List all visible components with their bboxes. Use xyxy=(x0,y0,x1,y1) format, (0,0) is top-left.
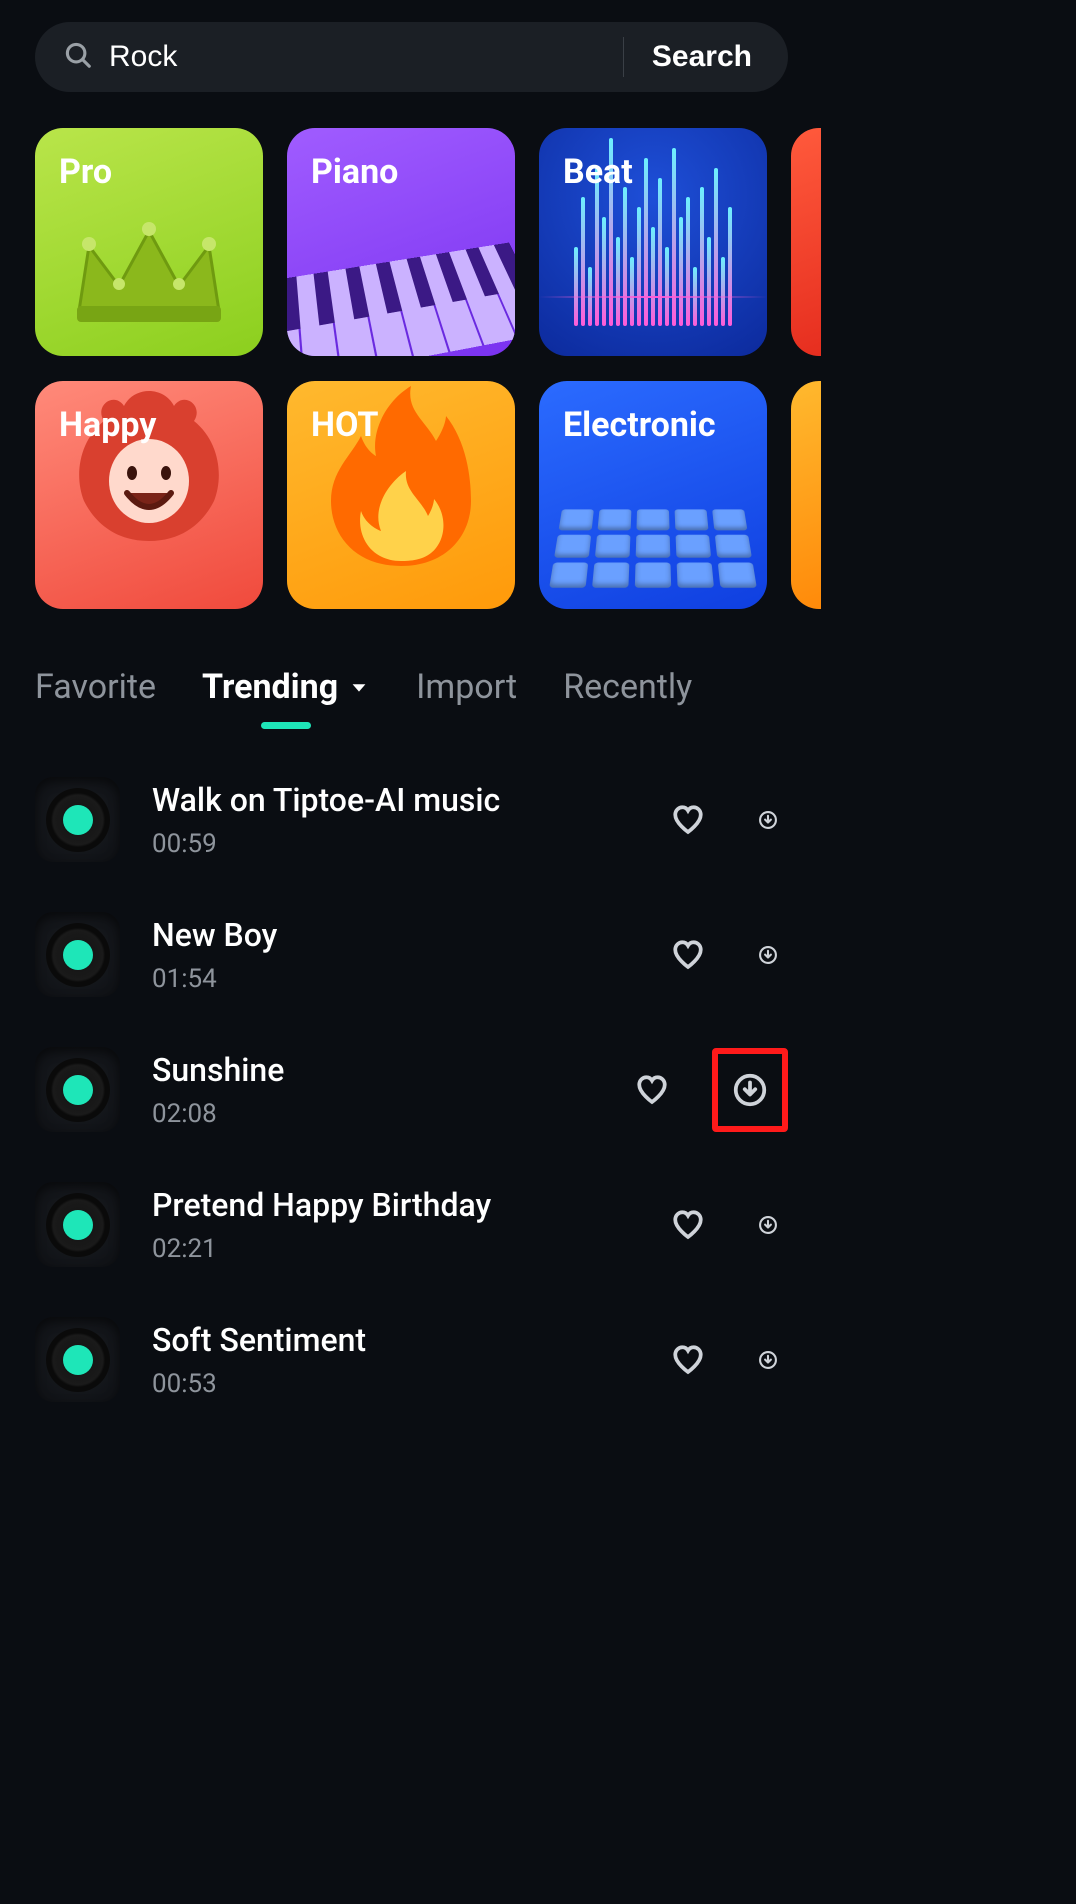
category-label: Happy xyxy=(59,405,156,445)
heart-icon xyxy=(634,1072,670,1108)
download-icon xyxy=(758,937,778,973)
track-duration: 02:08 xyxy=(152,1099,600,1129)
caret-down-icon xyxy=(348,667,370,707)
track-thumbnail xyxy=(35,912,120,997)
category-card-piano[interactable]: Piano xyxy=(287,128,515,356)
download-icon xyxy=(758,802,778,838)
track-thumbnail xyxy=(35,777,120,862)
category-label: Pro xyxy=(59,152,112,192)
category-card-next[interactable] xyxy=(791,381,821,609)
track-row[interactable]: Soft Sentiment 00:53 xyxy=(35,1317,788,1402)
category-card-beat[interactable]: Beat xyxy=(539,128,767,356)
search-input[interactable] xyxy=(109,22,619,92)
download-icon xyxy=(732,1072,768,1108)
search-bar: Search xyxy=(35,22,788,92)
download-highlight xyxy=(712,1048,788,1132)
piano-keys-icon xyxy=(287,243,515,356)
launchpad-icon xyxy=(549,509,757,587)
favorite-button[interactable] xyxy=(668,1205,708,1245)
track-title: Soft Sentiment xyxy=(152,1321,636,1359)
heart-icon xyxy=(670,937,706,973)
category-label: Beat xyxy=(563,152,633,192)
category-label: Electronic xyxy=(563,405,716,445)
category-label: HOT xyxy=(311,405,378,445)
download-icon xyxy=(758,1342,778,1378)
track-list: Walk on Tiptoe-AI music 00:59 New Boy 01… xyxy=(0,777,823,1402)
track-duration: 02:21 xyxy=(152,1234,636,1264)
track-duration: 01:54 xyxy=(152,964,636,994)
track-title: Sunshine xyxy=(152,1051,600,1089)
category-label: Piano xyxy=(311,152,398,192)
category-card-happy[interactable]: Happy xyxy=(35,381,263,609)
category-scroll[interactable]: Pro Piano Beat xyxy=(0,128,823,609)
tabs: Favorite Trending Import Recently xyxy=(0,609,823,707)
tab-recently[interactable]: Recently xyxy=(563,667,692,707)
download-button[interactable] xyxy=(732,1072,768,1108)
category-card-electronic[interactable]: Electronic xyxy=(539,381,767,609)
download-button[interactable] xyxy=(748,800,788,840)
tab-trending[interactable]: Trending xyxy=(202,667,370,707)
heart-icon xyxy=(670,1207,706,1243)
search-button[interactable]: Search xyxy=(634,40,770,74)
download-button[interactable] xyxy=(748,1205,788,1245)
favorite-button[interactable] xyxy=(668,935,708,975)
category-card-hot[interactable]: HOT xyxy=(287,381,515,609)
favorite-button[interactable] xyxy=(632,1070,672,1110)
track-row[interactable]: Pretend Happy Birthday 02:21 xyxy=(35,1182,788,1267)
heart-icon xyxy=(670,1342,706,1378)
track-row[interactable]: Walk on Tiptoe-AI music 00:59 xyxy=(35,777,788,862)
track-row[interactable]: New Boy 01:54 xyxy=(35,912,788,997)
favorite-button[interactable] xyxy=(668,800,708,840)
category-card-next[interactable] xyxy=(791,128,821,356)
category-card-pro[interactable]: Pro xyxy=(35,128,263,356)
tab-favorite[interactable]: Favorite xyxy=(35,667,156,707)
track-thumbnail xyxy=(35,1182,120,1267)
tab-label: Trending xyxy=(202,667,338,707)
track-thumbnail xyxy=(35,1047,120,1132)
search-icon xyxy=(63,40,93,74)
track-row[interactable]: Sunshine 02:08 xyxy=(35,1047,788,1132)
track-title: Walk on Tiptoe-AI music xyxy=(152,781,636,819)
download-button[interactable] xyxy=(748,1340,788,1380)
track-title: Pretend Happy Birthday xyxy=(152,1186,636,1224)
tab-import[interactable]: Import xyxy=(416,667,517,707)
track-thumbnail xyxy=(35,1317,120,1402)
crown-icon xyxy=(69,216,229,326)
track-duration: 00:59 xyxy=(152,829,636,859)
heart-icon xyxy=(670,802,706,838)
track-duration: 00:53 xyxy=(152,1369,636,1399)
divider xyxy=(623,37,624,77)
download-button[interactable] xyxy=(748,935,788,975)
favorite-button[interactable] xyxy=(668,1340,708,1380)
track-title: New Boy xyxy=(152,916,636,954)
download-icon xyxy=(758,1207,778,1243)
